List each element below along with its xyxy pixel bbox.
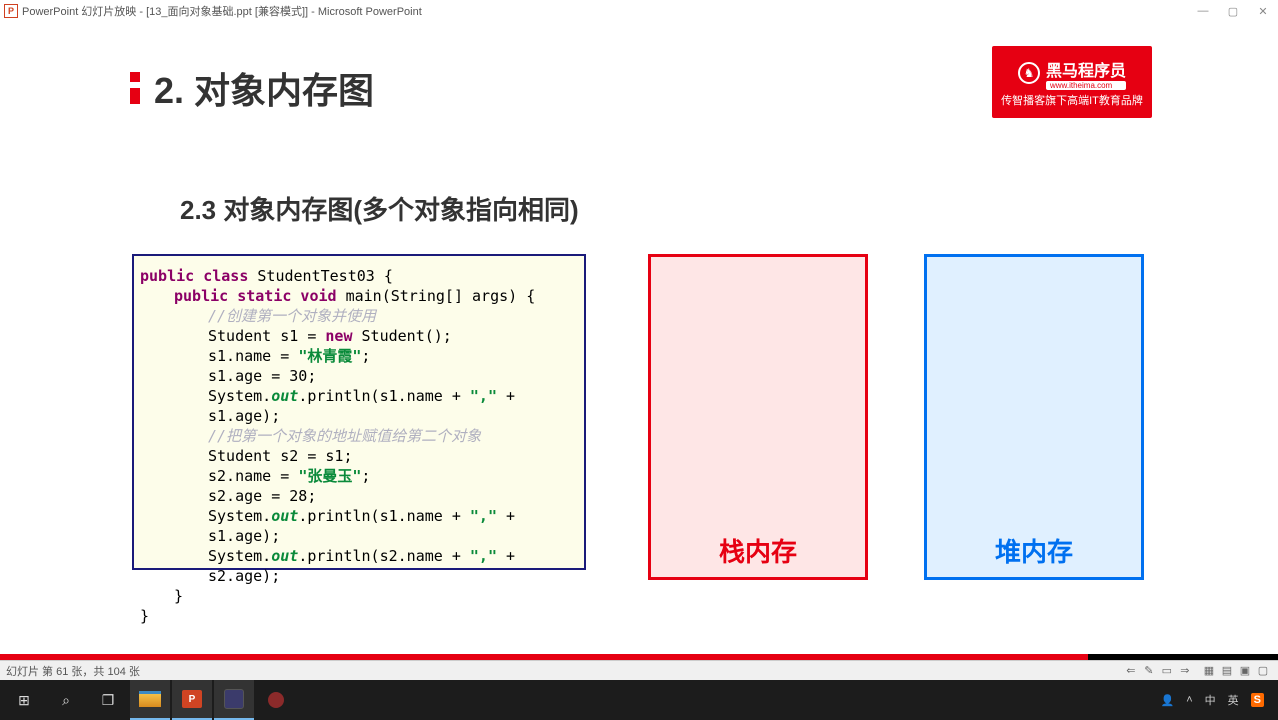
normal-view-button[interactable]: ▦ [1200, 664, 1218, 677]
window-title: PowerPoint 幻灯片放映 - [13_面向对象基础.ppt [兼容模式]… [22, 3, 422, 19]
system-tray[interactable]: 👤 ˄ 中 英 S [1161, 692, 1274, 708]
pen-button[interactable]: ✎ [1140, 664, 1158, 677]
slideshow-view-button[interactable]: ▢ [1254, 664, 1272, 677]
start-button[interactable]: ⊞ [4, 680, 44, 720]
taskbar: ⊞ ⌕ ❐ P 👤 ˄ 中 英 S [0, 680, 1278, 720]
next-slide-button[interactable]: ⇒ [1176, 664, 1194, 677]
taskview-button[interactable]: ❐ [88, 680, 128, 720]
slide-counter: 幻灯片 第 61 张，共 104 张 [6, 663, 140, 679]
heap-memory-box: 堆内存 [924, 254, 1144, 580]
close-button[interactable]: ✕ [1248, 5, 1278, 18]
chapter-title: 2. 对象内存图 [154, 62, 374, 114]
powerpoint-taskbar-button[interactable]: P [172, 680, 212, 720]
statusbar: 幻灯片 第 61 张，共 104 张 ⇐ ✎ ▭ ⇒ ▦ ▤ ▣ ▢ [0, 660, 1278, 680]
slide: 2. 对象内存图 ♞ 黑马程序员 www.itheima.com 传智播客旗下高… [0, 22, 1278, 660]
slideshow-stage[interactable]: 2. 对象内存图 ♞ 黑马程序员 www.itheima.com 传智播客旗下高… [0, 22, 1278, 660]
menu-button[interactable]: ▭ [1158, 664, 1176, 677]
powerpoint-taskbar-icon: P [182, 690, 202, 708]
stack-memory-box: 栈内存 [648, 254, 868, 580]
brand-tagline: 传智播客旗下高端IT教育品牌 [1001, 92, 1143, 108]
record-icon [268, 692, 284, 708]
titlebar: P PowerPoint 幻灯片放映 - [13_面向对象基础.ppt [兼容模… [0, 0, 1278, 22]
recorder-taskbar-button[interactable] [256, 680, 296, 720]
brand-site: www.itheima.com [1046, 81, 1126, 90]
brand-logo: ♞ 黑马程序员 www.itheima.com 传智播客旗下高端IT教育品牌 [992, 46, 1152, 118]
powerpoint-icon: P [4, 4, 18, 18]
tray-chevron-icon[interactable]: ˄ [1186, 694, 1192, 706]
brand-name: 黑马程序员 [1046, 57, 1126, 81]
ime-mode[interactable]: 中 [1205, 692, 1216, 708]
footer-bar [0, 654, 1278, 660]
folder-icon [139, 691, 161, 707]
horse-icon: ♞ [1018, 62, 1040, 84]
ime-lang[interactable]: 英 [1228, 692, 1239, 708]
file-explorer-button[interactable] [130, 680, 170, 720]
prev-slide-button[interactable]: ⇐ [1122, 664, 1140, 677]
code-block: public class StudentTest03 { public stat… [132, 254, 586, 570]
sogou-icon[interactable]: S [1251, 693, 1264, 707]
title-bullet-icon [130, 72, 140, 104]
search-button[interactable]: ⌕ [46, 680, 86, 720]
intellij-taskbar-button[interactable] [214, 680, 254, 720]
people-icon[interactable]: 👤 [1161, 694, 1175, 707]
minimize-button[interactable]: — [1188, 5, 1218, 17]
maximize-button[interactable]: ▢ [1218, 5, 1248, 18]
section-title: 2.3 对象内存图(多个对象指向相同) [180, 190, 579, 227]
sorter-view-button[interactable]: ▤ [1218, 664, 1236, 677]
reading-view-button[interactable]: ▣ [1236, 664, 1254, 677]
intellij-icon [224, 689, 244, 709]
